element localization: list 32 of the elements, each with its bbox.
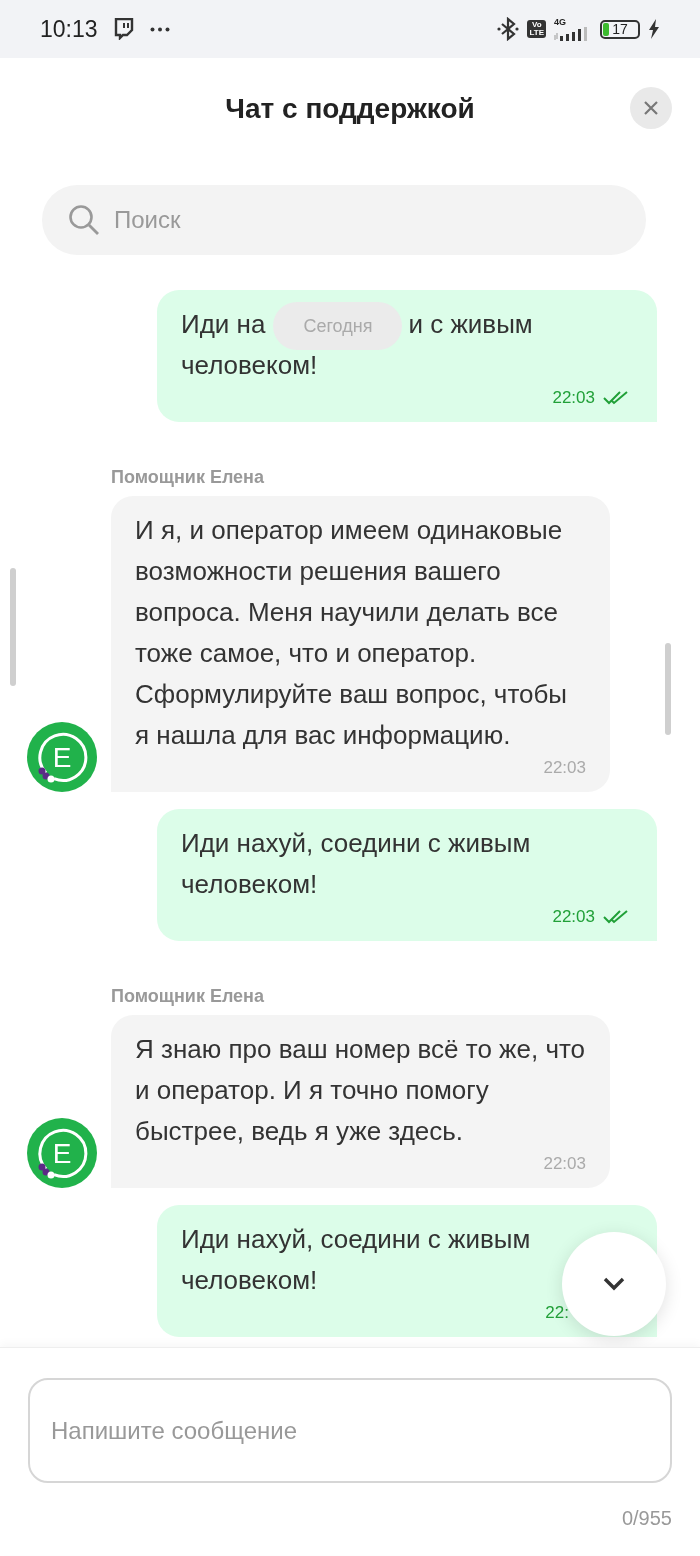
date-chip: Сегодня (273, 302, 403, 351)
network-label: 4G (554, 17, 566, 27)
sender-name: Помощник Елена (111, 466, 265, 489)
message-text: Иди нахуй, соедини с живым человеком! (181, 827, 532, 901)
message-time: 22:03 (543, 1153, 586, 1175)
message-text: и с живым (408, 309, 533, 339)
chat-title: Чат с поддержкой (225, 92, 475, 126)
avatar: E (27, 722, 97, 792)
clock: 10:13 (40, 14, 98, 44)
message-text: Иди на (181, 309, 266, 339)
message-text: Иди нахуй, соедини с живым человеком! (181, 1223, 532, 1297)
chat-bubble-icon (113, 18, 134, 40)
bluetooth-icon (497, 17, 520, 41)
message-text: Я знаю про ваш номер всё то же, что и оператор. И я точно помогу быстрее, ведь я уже здесь. (135, 1033, 586, 1148)
message-time: 22:03 (552, 387, 595, 409)
search-field[interactable]: Поиск (42, 185, 646, 255)
message-text: И я, и оператор имеем одинаковые возможности решения вашего вопроса. Меня научили делать все тоже самое, что и оператор. Сформулируйте ваш вопрос, чтобы я нашла для вас информацию. (135, 514, 569, 752)
close-button[interactable] (630, 87, 672, 129)
message-time: 22: (545, 1302, 569, 1324)
more-icon (149, 26, 170, 32)
close-icon (643, 100, 659, 116)
message-time: 22:03 (543, 757, 586, 779)
sender-name: Помощник Елена (111, 985, 265, 1008)
message-text: человеком! (181, 349, 319, 382)
message-time: 22:03 (552, 906, 595, 928)
avatar: E (27, 1118, 97, 1188)
battery-percent: 17 (611, 21, 629, 37)
message-input[interactable]: Напишите сообщение (28, 1378, 672, 1483)
search-icon (68, 204, 100, 236)
volte-icon: Vo LTE (527, 20, 546, 38)
character-counter: 0/955 (620, 1506, 672, 1531)
chevron-down-icon (603, 1277, 625, 1291)
